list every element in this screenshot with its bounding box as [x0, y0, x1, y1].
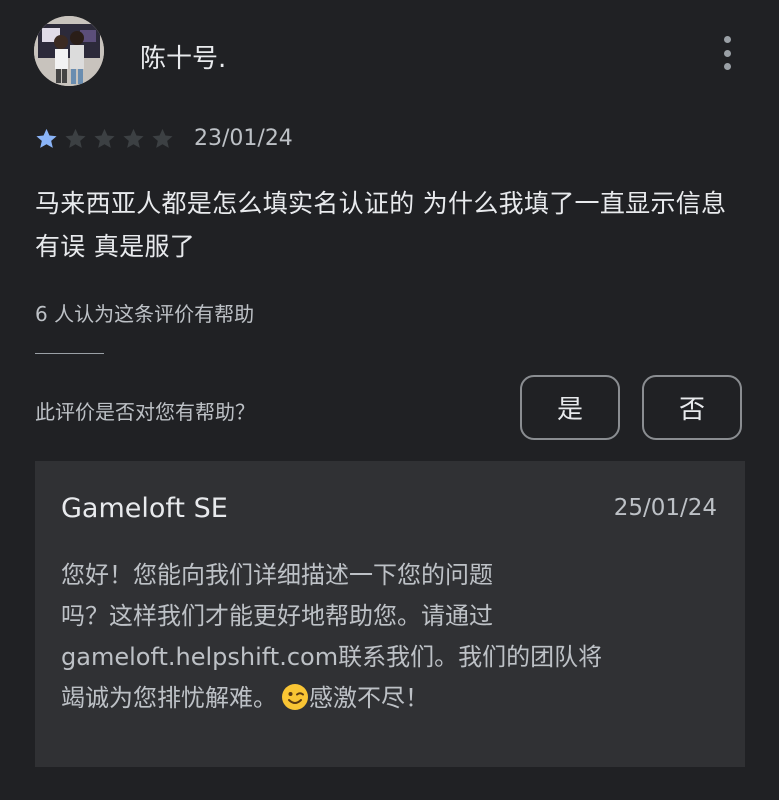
star-rating [35, 127, 174, 150]
reply-line: 吗？这样我们才能更好地帮助您。请通过 [61, 602, 493, 630]
review-date: 23/01/24 [194, 126, 293, 151]
developer-name: Gameloft SE [61, 493, 228, 524]
more-vert-icon[interactable] [712, 36, 742, 70]
review-body: 马来西亚人都是怎么填实名认证的 为什么我填了一直显示信息有误 真是服了 [35, 189, 727, 261]
reviewer-name: 陈十号. [140, 44, 227, 74]
star-empty-icon [152, 128, 173, 148]
avatar-photo-icon [34, 16, 104, 86]
star-empty-icon [123, 128, 144, 148]
star-empty-icon [94, 128, 115, 148]
helpful-question: 此评价是否对您有帮助？ [35, 400, 255, 424]
avatar [34, 16, 104, 86]
reply-line: 您好！您能向我们详细描述一下您的问题 [61, 561, 493, 589]
rating-row: 23/01/24 [35, 126, 293, 151]
helpful-yes-button[interactable]: 是 [520, 375, 620, 440]
star-filled-icon [36, 128, 57, 148]
helpful-no-button[interactable]: 否 [642, 375, 742, 440]
reply-line: 竭诚为您排忧解难。 感激不尽！ [61, 684, 429, 712]
helpful-count: 6 人认为这条评价有帮助 [35, 302, 255, 326]
reply-date: 25/01/24 [613, 495, 717, 521]
winking-face-icon [282, 684, 308, 710]
reply-body: 您好！您能向我们详细描述一下您的问题 吗？这样我们才能更好地帮助您。请通过 ga… [61, 555, 701, 719]
developer-reply-card: Gameloft SE 25/01/24 您好！您能向我们详细描述一下您的问题 … [35, 461, 745, 767]
reply-line: gameloft.helpshift.com联系我们。我们的团队将 [61, 643, 603, 671]
star-empty-icon [65, 128, 86, 148]
divider [35, 353, 104, 354]
review-page: 陈十号. 23/01/24 马来西亚人都是怎么填实名认证的 为什么我填了一直显示… [0, 0, 779, 800]
